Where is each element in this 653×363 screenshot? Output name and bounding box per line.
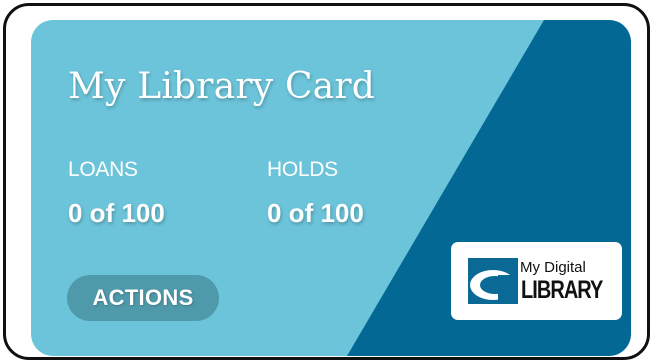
- holds-value: 0 of 100: [267, 198, 364, 228]
- my-digital-library-logo[interactable]: My Digital LIBRARY: [451, 242, 622, 320]
- loans-label: LOANS: [68, 158, 138, 181]
- library-logo-icon: [468, 258, 518, 304]
- card-title: My Library Card: [68, 66, 376, 107]
- library-card: My Library Card LOANS 0 of 100 HOLDS 0 o…: [31, 20, 631, 356]
- holds-label: HOLDS: [267, 158, 338, 181]
- loans-value: 0 of 100: [68, 198, 165, 228]
- actions-button[interactable]: ACTIONS: [67, 275, 219, 321]
- library-card-frame: My Library Card LOANS 0 of 100 HOLDS 0 o…: [3, 3, 650, 360]
- logo-text-library: LIBRARY: [521, 276, 603, 304]
- logo-text-my-digital: My Digital: [520, 259, 586, 276]
